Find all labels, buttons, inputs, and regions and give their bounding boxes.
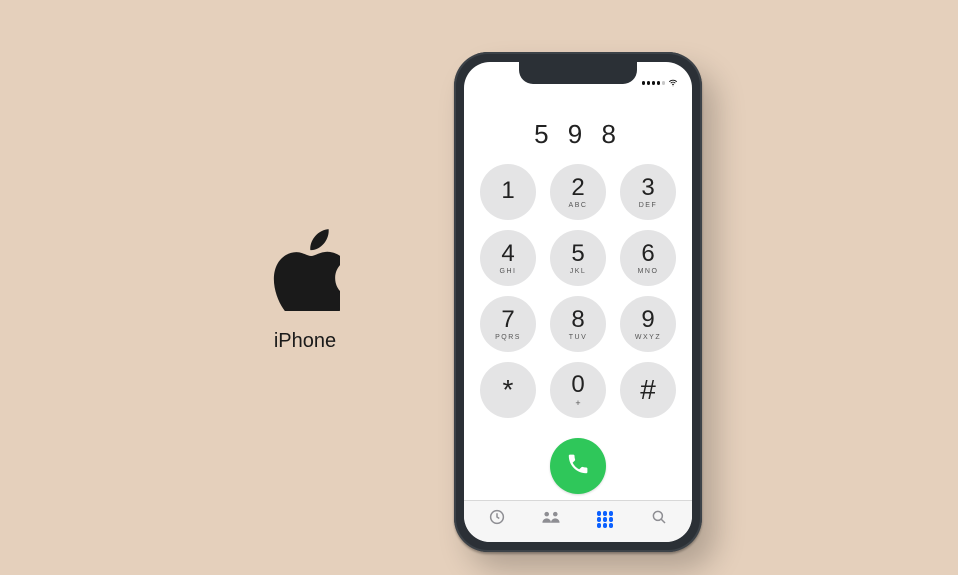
key-8[interactable]: 8 TUV — [550, 296, 606, 352]
key-0[interactable]: 0 + — [550, 362, 606, 418]
apple-logo-icon — [270, 225, 340, 316]
tab-search[interactable] — [632, 508, 686, 531]
iphone-device-frame: 5 9 8 1 2 ABC 3 DEF 4 GHI 5 JKL — [454, 52, 702, 552]
key-7[interactable]: 7 PQRS — [480, 296, 536, 352]
key-1[interactable]: 1 — [480, 164, 536, 220]
key-2[interactable]: 2 ABC — [550, 164, 606, 220]
key-6[interactable]: 6 MNO — [620, 230, 676, 286]
key-5[interactable]: 5 JKL — [550, 230, 606, 286]
brand-label: iPhone — [274, 330, 336, 353]
wifi-icon — [668, 78, 678, 88]
key-9[interactable]: 9 WXYZ — [620, 296, 676, 352]
dialed-number: 5 9 8 — [534, 119, 622, 150]
display-notch — [519, 62, 637, 84]
key-3[interactable]: 3 DEF — [620, 164, 676, 220]
tab-contacts[interactable] — [524, 508, 578, 531]
cellular-signal-icon — [642, 81, 666, 85]
people-icon — [541, 508, 561, 531]
tab-recents[interactable] — [470, 508, 524, 531]
keypad-icon — [597, 511, 614, 528]
bottom-tab-bar — [464, 500, 692, 542]
key-hash[interactable]: # — [620, 362, 676, 418]
dial-keypad: 1 2 ABC 3 DEF 4 GHI 5 JKL 6 MNO — [464, 160, 692, 428]
iphone-screen: 5 9 8 1 2 ABC 3 DEF 4 GHI 5 JKL — [464, 62, 692, 542]
tab-keypad[interactable] — [578, 511, 632, 528]
key-4[interactable]: 4 GHI — [480, 230, 536, 286]
call-row — [464, 428, 692, 500]
key-star[interactable]: * — [480, 362, 536, 418]
search-icon — [649, 508, 669, 531]
phone-handset-icon — [566, 452, 590, 481]
dialed-number-display: 5 9 8 — [464, 88, 692, 160]
call-button[interactable] — [550, 438, 606, 494]
brand-block: iPhone — [270, 225, 340, 353]
clock-icon — [487, 508, 507, 531]
